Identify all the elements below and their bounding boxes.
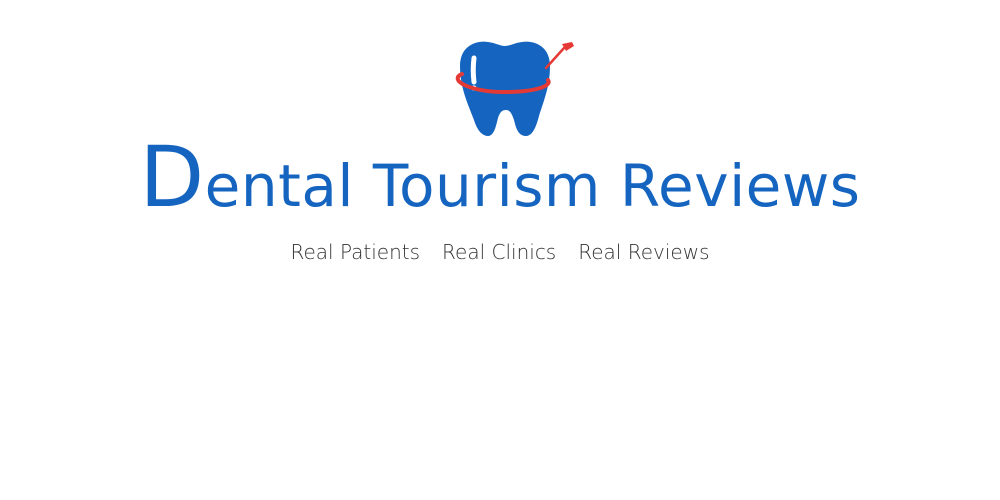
site-header: Dental Tourism Reviews Real Patients Real…	[0, 0, 1000, 500]
tagline-item-reviews: Real Reviews	[578, 240, 710, 264]
tagline-item-clinics: Real Clinics	[442, 240, 557, 264]
tooth-orbit-icon	[455, 41, 574, 136]
site-title-rest: ental Tourism Reviews	[204, 152, 861, 220]
site-tagline: Real Patients Real Clinics Real Reviews	[0, 238, 1000, 266]
tagline-item-patients: Real Patients	[290, 240, 421, 264]
site-title: Dental Tourism Reviews	[0, 132, 1000, 231]
site-title-initial: D	[139, 128, 205, 226]
